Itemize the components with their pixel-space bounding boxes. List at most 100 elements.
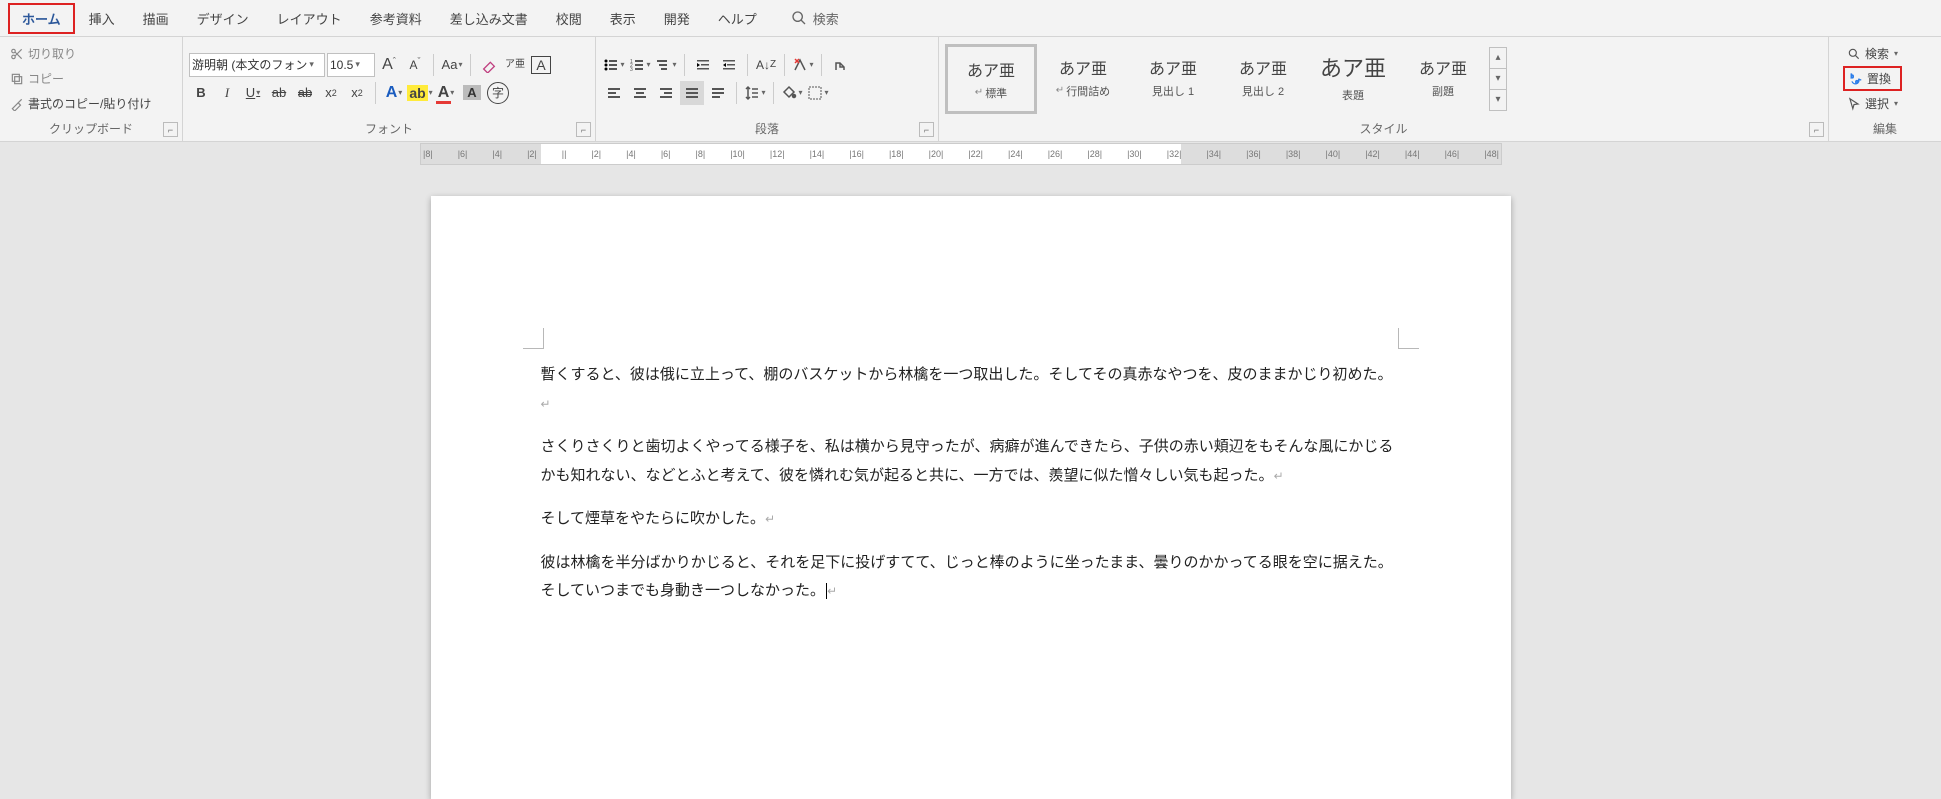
borders-button[interactable]: ▾	[806, 81, 830, 105]
ruler-tick: |18|	[889, 149, 904, 159]
align-left-button[interactable]	[602, 81, 626, 105]
style-nospacing[interactable]: あア亜 ↵行間詰め	[1039, 44, 1127, 110]
tab-design[interactable]: デザイン	[183, 3, 263, 34]
select-button[interactable]: 選択▾	[1843, 93, 1902, 114]
style-caption: 標準	[985, 85, 1007, 101]
char-border-button[interactable]: A	[529, 53, 553, 77]
style-subtitle[interactable]: あア亜 副題	[1399, 44, 1487, 110]
paragraph[interactable]: 彼は林檎を半分ばかりかじると、それを足下に投げすてて、じっと棒のように坐ったまま…	[541, 549, 1401, 606]
italic-button[interactable]: I	[215, 81, 239, 105]
copy-button[interactable]: コピー	[6, 68, 155, 89]
replace-button[interactable]: bc 置換	[1843, 66, 1902, 91]
style-heading1[interactable]: あア亜 見出し 1	[1129, 44, 1217, 110]
ruler-tick: |40|	[1326, 149, 1341, 159]
tab-help[interactable]: ヘルプ	[704, 3, 771, 34]
line-spacing-button[interactable]: ▾	[743, 81, 767, 105]
char-shading-button[interactable]: A	[460, 81, 484, 105]
tab-insert[interactable]: 挿入	[75, 3, 129, 34]
text-effects-button[interactable]: A▾	[382, 81, 406, 105]
grow-font-button[interactable]: Aˆ	[377, 53, 401, 77]
align-right-button[interactable]	[654, 81, 678, 105]
ruler-tick: |38|	[1286, 149, 1301, 159]
font-color-button[interactable]: A▾	[434, 81, 458, 105]
superscript-button[interactable]: x2	[345, 81, 369, 105]
tab-layout[interactable]: レイアウト	[263, 3, 356, 34]
style-title[interactable]: あア亜 表題	[1309, 44, 1397, 110]
ruler-tick: |2|	[527, 149, 537, 159]
paragraph-launcher[interactable]: ⌐	[919, 122, 934, 137]
tab-developer[interactable]: 開発	[650, 3, 704, 34]
clipboard-launcher[interactable]: ⌐	[163, 122, 178, 137]
format-painter-button[interactable]: 書式のコピー/貼り付け	[6, 93, 155, 114]
decrease-indent-button[interactable]	[691, 53, 715, 77]
ruler-tick: |2|	[591, 149, 601, 159]
find-button[interactable]: 検索▾	[1843, 43, 1902, 64]
style-preview: あア亜	[1059, 55, 1107, 79]
align-center-button[interactable]	[628, 81, 652, 105]
ruler-row: |8||6||4||2||||2||4||6||8||10||12||14||1…	[0, 142, 1941, 166]
bold-button[interactable]: B	[189, 81, 213, 105]
horizontal-ruler[interactable]: |8||6||4||2||||2||4||6||8||10||12||14||1…	[420, 143, 1502, 165]
enclose-char-button[interactable]: 字	[486, 81, 510, 105]
tab-view[interactable]: 表示	[596, 3, 650, 34]
copy-label: コピー	[28, 70, 64, 87]
margin-corner-tl	[523, 328, 544, 349]
tab-mailings[interactable]: 差し込み文書	[436, 3, 542, 34]
style-normal[interactable]: あア亜 ↵標準	[945, 44, 1037, 114]
double-strike-button[interactable]: ab	[293, 81, 317, 105]
page[interactable]: 暫くすると、彼は俄に立上って、棚のバスケットから林檎を一つ取出した。そしてその真…	[431, 196, 1511, 799]
multilevel-button[interactable]: ▾	[654, 53, 678, 77]
tab-review[interactable]: 校閲	[542, 3, 596, 34]
increase-indent-button[interactable]	[717, 53, 741, 77]
font-size-combo[interactable]: 10.5▾	[327, 53, 375, 77]
ruler-tick: |10|	[730, 149, 745, 159]
subscript-button[interactable]: x2	[319, 81, 343, 105]
font-name-combo[interactable]: 游明朝 (本文のフォン▾	[189, 53, 325, 77]
svg-text:3: 3	[630, 67, 633, 73]
paragraph[interactable]: 暫くすると、彼は俄に立上って、棚のバスケットから林檎を一つ取出した。そしてその真…	[541, 361, 1401, 418]
gallery-more[interactable]: ▾	[1490, 90, 1506, 110]
style-caption: 見出し 2	[1242, 83, 1284, 99]
distribute-button[interactable]	[706, 81, 730, 105]
gallery-up[interactable]: ▴	[1490, 48, 1506, 69]
ruler-tick: |4|	[626, 149, 636, 159]
tab-draw[interactable]: 描画	[129, 3, 183, 34]
ruler-tick: |8|	[423, 149, 433, 159]
ruler-tick: |34|	[1206, 149, 1221, 159]
asian-layout-button[interactable]: ▾	[791, 53, 815, 77]
font-launcher[interactable]: ⌐	[576, 122, 591, 137]
cut-button[interactable]: 切り取り	[6, 43, 155, 64]
shrink-font-button[interactable]: Aˇ	[403, 53, 427, 77]
change-case-button[interactable]: Aa▾	[440, 53, 464, 77]
ruler-tick: |48|	[1484, 149, 1499, 159]
show-marks-button[interactable]	[828, 53, 852, 77]
style-preview: あア亜	[1149, 55, 1197, 79]
highlight-button[interactable]: ab▾	[408, 81, 432, 105]
margin-corner-tr	[1398, 328, 1419, 349]
sort-button[interactable]: A↓Z	[754, 53, 778, 77]
bullets-button[interactable]: ▾	[602, 53, 626, 77]
paintbrush-icon	[10, 97, 24, 111]
strikethrough-button[interactable]: ab	[267, 81, 291, 105]
search-icon	[1847, 47, 1861, 61]
font-name-value: 游明朝 (本文のフォン	[192, 56, 307, 73]
shading-button[interactable]: ▾	[780, 81, 804, 105]
numbering-button[interactable]: 123▾	[628, 53, 652, 77]
underline-button[interactable]: U▾	[241, 81, 265, 105]
paragraph[interactable]: さくりさくりと歯切よくやってる様子を、私は横から見守ったが、病癖が進んできたら、…	[541, 433, 1401, 490]
style-caption: 見出し 1	[1152, 83, 1194, 99]
ruler-tick: |44|	[1405, 149, 1420, 159]
tab-references[interactable]: 参考資料	[356, 3, 436, 34]
tab-home[interactable]: ホーム	[8, 3, 75, 34]
justify-button[interactable]	[680, 81, 704, 105]
styles-launcher[interactable]: ⌐	[1809, 122, 1824, 137]
clear-format-button[interactable]	[477, 53, 501, 77]
style-heading2[interactable]: あア亜 見出し 2	[1219, 44, 1307, 110]
phonetic-guide-button[interactable]: ア亜	[503, 53, 527, 77]
gallery-down[interactable]: ▾	[1490, 69, 1506, 90]
ruler-tick: |6|	[458, 149, 468, 159]
ribbon: 切り取り コピー 書式のコピー/貼り付け クリップボード ⌐	[0, 37, 1941, 142]
paragraph[interactable]: そして煙草をやたらに吹かした。↵	[541, 505, 1401, 534]
ruler-tick: |30|	[1127, 149, 1142, 159]
tell-me-search[interactable]: 検索	[791, 9, 839, 28]
